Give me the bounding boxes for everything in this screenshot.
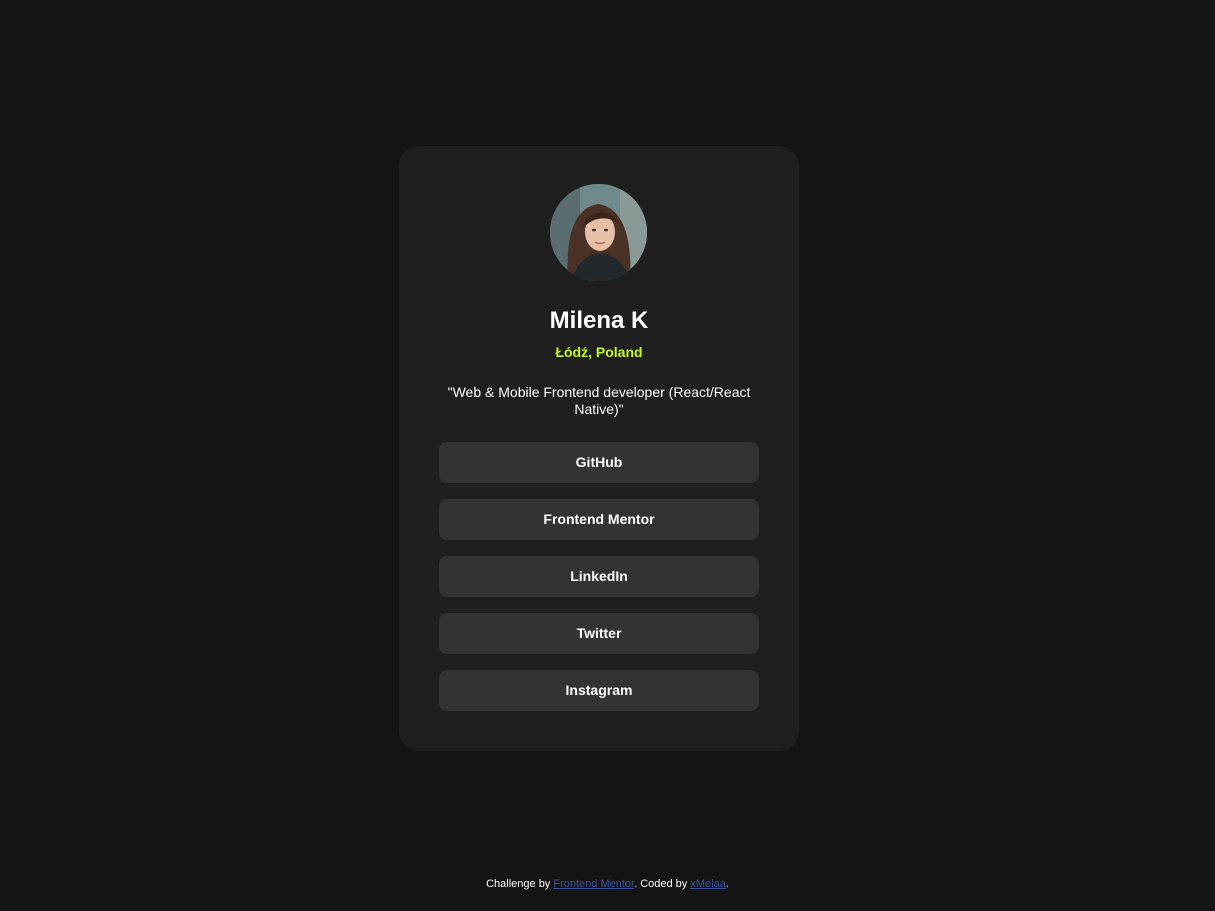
author-attribution-link[interactable]: xMelaa	[690, 878, 725, 890]
attribution-suffix: .	[725, 878, 729, 890]
attribution-middle: . Coded by	[634, 878, 691, 890]
instagram-link-button[interactable]: Instagram	[439, 670, 759, 711]
profile-name: Milena K	[549, 307, 649, 334]
list-item: Frontend Mentor	[439, 499, 759, 540]
avatar	[550, 184, 647, 281]
attribution-footer: Challenge by Frontend Mentor. Coded by x…	[0, 877, 1215, 891]
github-link-button[interactable]: GitHub	[439, 442, 759, 483]
linkedin-link-button[interactable]: LinkedIn	[439, 556, 759, 597]
list-item: Instagram	[439, 670, 759, 711]
profile-bio: "Web & Mobile Frontend developer (React/…	[447, 384, 751, 417]
frontend-mentor-attribution-link[interactable]: Frontend Mentor	[553, 878, 634, 890]
avatar-photo	[550, 184, 647, 281]
list-item: Twitter	[439, 613, 759, 654]
profile-location: Łódź, Poland	[555, 344, 643, 360]
twitter-link-button[interactable]: Twitter	[439, 613, 759, 654]
list-item: GitHub	[439, 442, 759, 483]
list-item: LinkedIn	[439, 556, 759, 597]
social-links-list: GitHub Frontend Mentor LinkedIn Twitter …	[439, 442, 759, 727]
frontend-mentor-link-button[interactable]: Frontend Mentor	[439, 499, 759, 540]
attribution-prefix: Challenge by	[486, 878, 554, 890]
profile-card: Milena K Łódź, Poland "Web & Mobile Fron…	[399, 146, 799, 751]
